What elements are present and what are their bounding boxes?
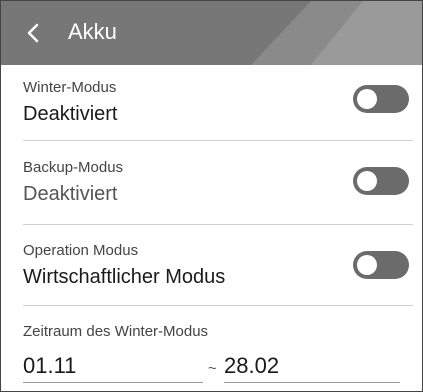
winter-end-date-field[interactable]: 28.02 bbox=[224, 353, 400, 383]
winter-mode-toggle[interactable] bbox=[353, 85, 409, 113]
divider bbox=[23, 224, 413, 225]
field-underline bbox=[23, 382, 203, 383]
header-decoration bbox=[251, 1, 422, 65]
backup-mode-toggle[interactable] bbox=[353, 167, 409, 195]
operation-mode-toggle[interactable] bbox=[353, 251, 409, 279]
page-title: Akku bbox=[68, 19, 117, 44]
divider bbox=[23, 140, 413, 141]
field-underline bbox=[224, 382, 400, 383]
date-range-separator: ~ bbox=[208, 360, 217, 377]
winter-start-date-field[interactable]: 01.11 bbox=[23, 353, 203, 383]
winter-period-section: Zeitraum des Winter-Modus bbox=[23, 323, 413, 341]
chevron-left-icon bbox=[27, 23, 39, 43]
toggle-knob bbox=[357, 171, 377, 191]
winter-end-date: 28.02 bbox=[224, 353, 280, 378]
winter-start-date: 01.11 bbox=[23, 353, 77, 378]
app-header: Akku bbox=[1, 1, 422, 65]
app-screen: Akku Winter-Modus Deaktiviert Backup-Mod… bbox=[0, 0, 423, 392]
divider bbox=[23, 305, 413, 306]
back-button[interactable] bbox=[15, 15, 51, 51]
toggle-knob bbox=[357, 255, 377, 275]
winter-period-label: Zeitraum des Winter-Modus bbox=[23, 323, 209, 340]
toggle-knob bbox=[357, 89, 377, 109]
